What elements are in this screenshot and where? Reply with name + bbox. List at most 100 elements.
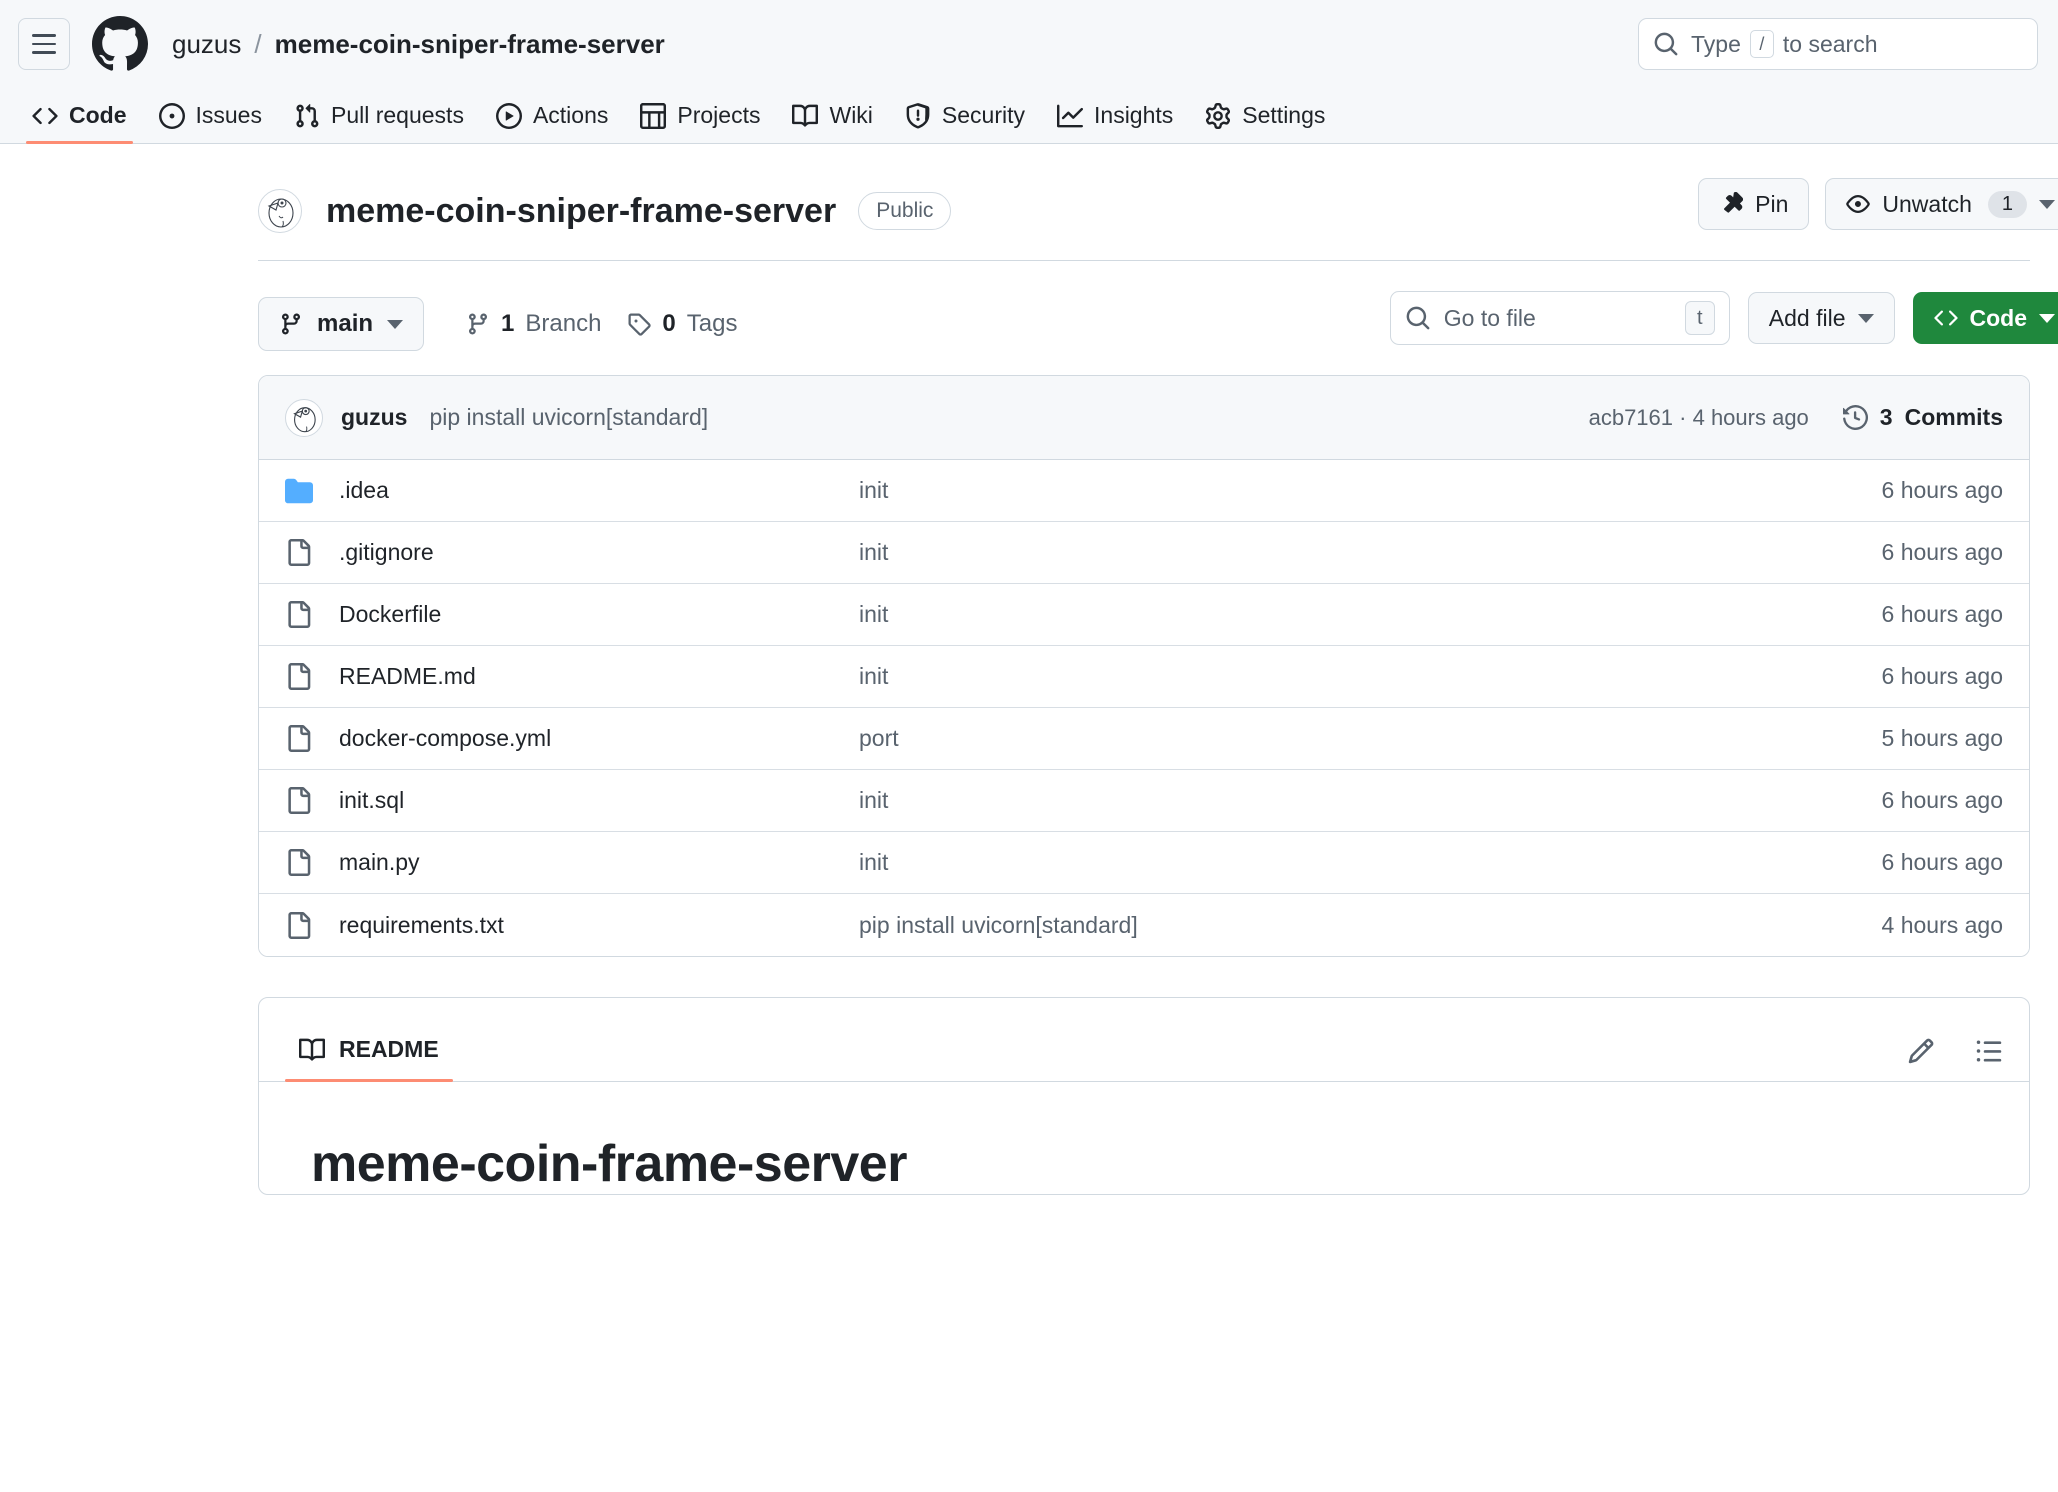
watch-button[interactable]: Unwatch 1: [1825, 178, 2058, 230]
file-commit-message[interactable]: init: [859, 539, 1882, 566]
code-button-label: Code: [1969, 304, 2028, 331]
table-row[interactable]: docker-compose.yml port 5 hours ago: [259, 708, 2029, 770]
table-row[interactable]: README.md init 6 hours ago: [259, 646, 2029, 708]
branch-selector[interactable]: main: [258, 297, 425, 351]
file-icon: [285, 725, 315, 752]
search-input[interactable]: Type / to search: [1638, 18, 2038, 70]
pin-button[interactable]: Pin: [1698, 178, 1810, 230]
breadcrumb-owner[interactable]: guzus: [172, 29, 241, 60]
menu-icon[interactable]: [18, 18, 70, 70]
table-row[interactable]: .gitignore init 6 hours ago: [259, 522, 2029, 584]
breadcrumb-repo[interactable]: meme-coin-sniper-frame-server: [275, 29, 665, 60]
file-name[interactable]: main.py: [339, 849, 859, 876]
pin-button-label: Pin: [1755, 190, 1789, 217]
breadcrumb-separator: /: [254, 28, 262, 59]
tab-settings[interactable]: Settings: [1191, 102, 1339, 143]
file-name[interactable]: .gitignore: [339, 539, 859, 566]
page-title[interactable]: meme-coin-sniper-frame-server: [326, 192, 836, 231]
tab-insights-label: Insights: [1094, 102, 1174, 128]
table-row[interactable]: init.sql init 6 hours ago: [259, 770, 2029, 832]
file-commit-message[interactable]: init: [859, 849, 1882, 876]
book-icon: [792, 104, 819, 127]
edit-icon[interactable]: [1907, 1037, 1935, 1065]
file-commit-message[interactable]: init: [859, 787, 1882, 814]
branch-count-link[interactable]: 1 Branch: [466, 310, 601, 338]
branch-count-value: 1: [501, 310, 515, 337]
tab-wiki[interactable]: Wiki: [778, 102, 886, 143]
code-icon: [1933, 310, 1958, 326]
watch-count: 1: [1987, 190, 2027, 218]
file-commit-message[interactable]: init: [859, 477, 1882, 504]
file-commit-time: 6 hours ago: [1881, 663, 2003, 689]
table-row[interactable]: Dockerfile init 6 hours ago: [259, 584, 2029, 646]
commit-meta: acb7161 · 4 hours ago 3 Commits: [1589, 404, 2003, 431]
tab-code[interactable]: Code: [18, 102, 141, 144]
file-commit-message[interactable]: port: [859, 725, 1882, 752]
menu-bar: [32, 51, 56, 54]
commits-count-link[interactable]: 3 Commits: [1842, 404, 2003, 431]
code-button[interactable]: Code: [1912, 292, 2058, 344]
tab-settings-label: Settings: [1242, 102, 1326, 128]
file-commit-message[interactable]: init: [859, 601, 1882, 628]
commit-separator: ·: [1679, 404, 1687, 430]
file-name[interactable]: docker-compose.yml: [339, 725, 859, 752]
tab-pull-requests[interactable]: Pull requests: [280, 102, 478, 143]
file-name[interactable]: Dockerfile: [339, 601, 859, 628]
tab-pull-requests-label: Pull requests: [330, 102, 464, 128]
tab-security[interactable]: Security: [891, 102, 1039, 143]
tab-wiki-label: Wiki: [829, 102, 873, 128]
tab-actions[interactable]: Actions: [482, 102, 622, 143]
commit-hash: acb7161: [1588, 404, 1674, 430]
file-name[interactable]: README.md: [339, 663, 859, 690]
table-row[interactable]: requirements.txt pip install uvicorn[sta…: [259, 894, 2029, 956]
commit-message[interactable]: pip install uvicorn[standard]: [429, 404, 708, 431]
go-to-file-placeholder: Go to file: [1443, 304, 1536, 331]
tab-code-label: Code: [69, 102, 127, 128]
shield-icon: [906, 102, 930, 128]
tab-readme[interactable]: README: [285, 1036, 453, 1082]
search-placeholder-prefix: Type: [1691, 30, 1741, 57]
book-icon: [299, 1038, 325, 1061]
tag-count-link[interactable]: 0 Tags: [627, 310, 737, 338]
menu-bar: [32, 34, 56, 37]
table-row[interactable]: main.py init 6 hours ago: [259, 832, 2029, 894]
avatar-doodle-icon: [286, 400, 322, 435]
git-branch-icon: [469, 313, 488, 335]
readme-header: README: [259, 998, 2029, 1082]
github-logo-icon[interactable]: [92, 16, 148, 72]
file-icon: [285, 539, 315, 566]
chevron-down-icon: [1857, 313, 1874, 323]
file-commit-message[interactable]: init: [859, 663, 1882, 690]
search-placeholder: Type / to search: [1691, 30, 1877, 58]
tab-issues[interactable]: Issues: [145, 102, 276, 143]
file-commit-time: 6 hours ago: [1881, 849, 2003, 875]
graph-icon: [1057, 104, 1084, 127]
table-row[interactable]: .idea init 6 hours ago: [259, 460, 2029, 522]
add-file-button[interactable]: Add file: [1747, 292, 1895, 344]
search-placeholder-suffix: to search: [1782, 30, 1878, 57]
code-icon: [32, 107, 58, 124]
add-file-label: Add file: [1768, 304, 1846, 331]
commits-count-word: Commits: [1904, 404, 2003, 430]
outline-icon[interactable]: [1975, 1037, 2003, 1065]
file-name[interactable]: init.sql: [339, 787, 859, 814]
file-commit-time: 5 hours ago: [1881, 725, 2003, 751]
file-name[interactable]: .idea: [339, 477, 859, 504]
file-name[interactable]: requirements.txt: [339, 912, 859, 939]
tab-projects-label: Projects: [677, 102, 761, 128]
branch-count-word: Branch: [525, 310, 602, 337]
file-commit-message[interactable]: pip install uvicorn[standard]: [859, 912, 1882, 939]
commit-hash-time[interactable]: acb7161 · 4 hours ago: [1589, 405, 1809, 431]
go-to-file-input[interactable]: Go to file t: [1389, 291, 1730, 345]
visibility-badge: Public: [858, 191, 952, 231]
chevron-down-icon[interactable]: [2039, 199, 2055, 209]
commit-author[interactable]: guzus: [341, 404, 407, 431]
menu-bar: [32, 42, 56, 46]
avatar: [285, 398, 323, 437]
readme-card: README meme-coin-frame-server: [258, 997, 2030, 1195]
file-icon: [285, 849, 315, 876]
commit-time: 4 hours ago: [1692, 404, 1809, 430]
issue-opened-icon: [158, 102, 185, 129]
tab-insights[interactable]: Insights: [1043, 102, 1187, 143]
tab-projects[interactable]: Projects: [626, 102, 774, 143]
